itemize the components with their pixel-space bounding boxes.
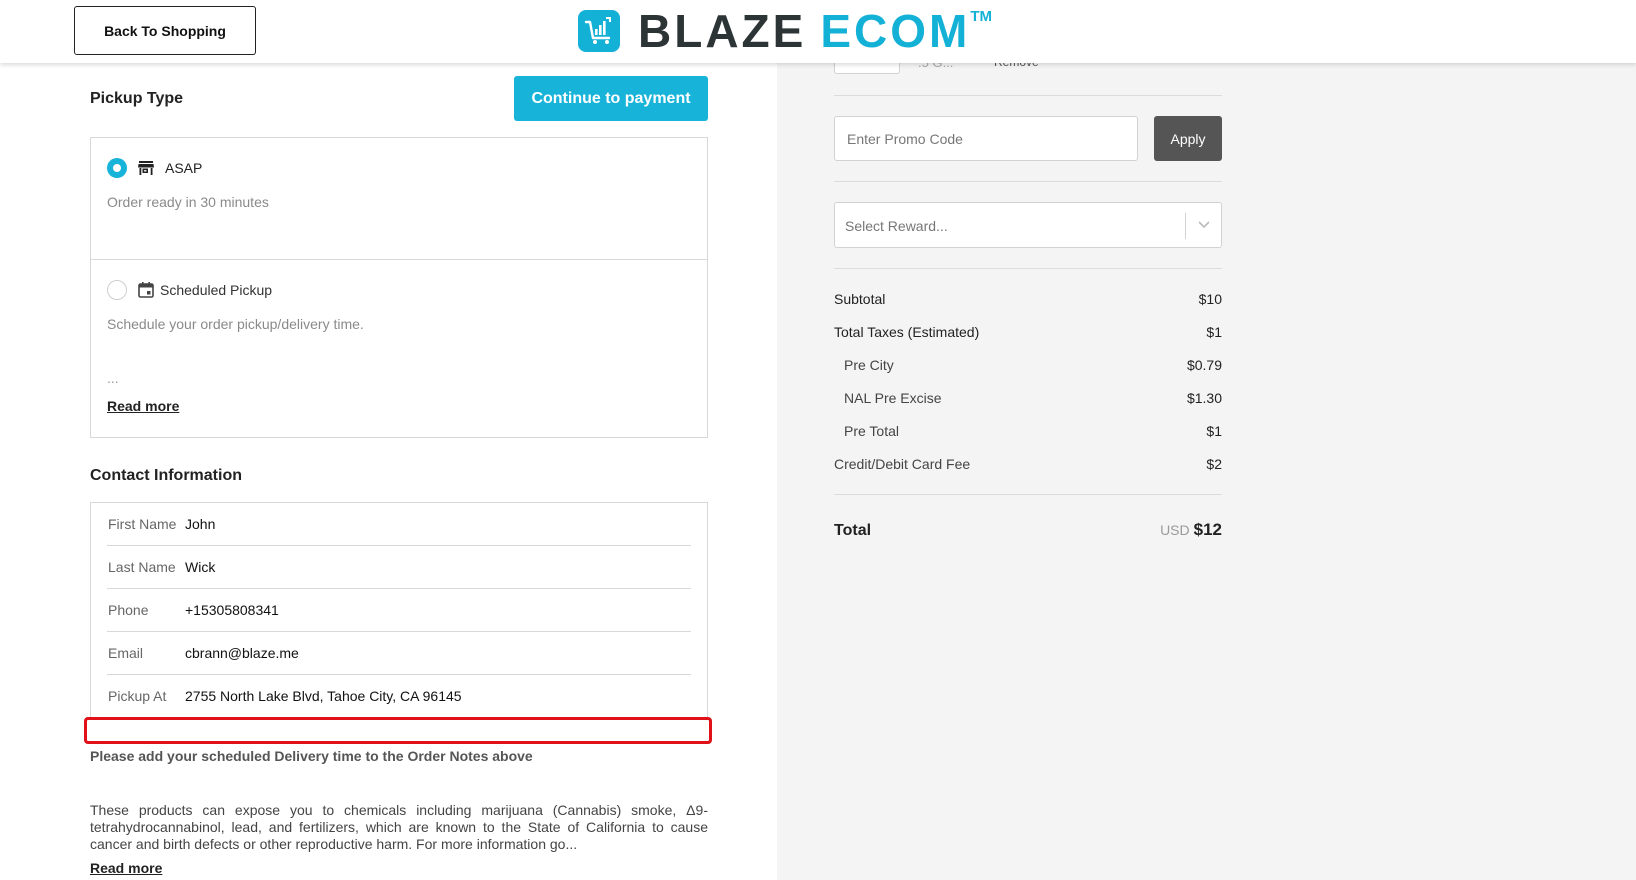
contact-row-pickup-at: Pickup At 2755 North Lake Blvd, Tahoe Ci… (107, 675, 691, 718)
prop65-warning: These products can expose you to chemica… (90, 802, 708, 852)
total-value: USD $12 (1160, 520, 1222, 540)
phone-value: +15305808341 (185, 602, 279, 618)
pickup-at-label: Pickup At (108, 688, 167, 704)
phone-label: Phone (108, 602, 149, 618)
divider (834, 268, 1222, 269)
subtotal-value: $10 (1198, 291, 1222, 307)
trademark-mark: TM (970, 8, 992, 25)
total-label: Total (834, 522, 872, 539)
pickup-at-value: 2755 North Lake Blvd, Tahoe City, CA 961… (185, 688, 462, 704)
email-label: Email (108, 645, 144, 661)
tax-line-value: $1.30 (1186, 390, 1222, 406)
divider (834, 95, 1222, 96)
select-reward-placeholder: Select Reward... (845, 218, 948, 234)
total-amount: $12 (1193, 520, 1222, 539)
asap-radio[interactable] (107, 158, 127, 178)
select-reward-dropdown[interactable]: Select Reward... (834, 202, 1222, 248)
last-name-label: Last Name (108, 559, 176, 575)
description-ellipsis: ... (107, 370, 119, 386)
divider (834, 181, 1222, 182)
first-name-value: John (185, 516, 216, 532)
continue-to-payment-button[interactable]: Continue to payment (514, 76, 708, 121)
pickup-type-title: Pickup Type (90, 90, 184, 107)
promo-code-input[interactable] (835, 117, 1137, 160)
pickup-option-asap[interactable]: ASAP Order ready in 30 minutes (91, 138, 707, 260)
brand-name: BLAZE ECOM (638, 6, 970, 56)
header: Back To Shopping BLAZE ECOM TM (0, 0, 1636, 63)
contact-row-first-name: First Name John (107, 503, 691, 546)
tax-line-label: NAL Pre Excise (844, 390, 942, 406)
email-value: cbrann@blaze.me (185, 645, 299, 661)
divider (834, 494, 1222, 495)
pickup-options: ASAP Order ready in 30 minutes Scheduled… (90, 137, 708, 438)
brand-logo[interactable]: BLAZE ECOM TM (578, 6, 992, 56)
contact-row-email: Email cbrann@blaze.me (107, 632, 691, 675)
checkout-page: Back To Shopping BLAZE ECOM TM Pickup Typ… (0, 0, 1636, 880)
back-to-shopping-button[interactable]: Back To Shopping (74, 6, 256, 55)
tax-line-value: $1 (1206, 423, 1222, 439)
total-taxes-label: Total Taxes (Estimated) (834, 324, 980, 340)
prop65-read-more-link[interactable]: Read more (90, 860, 162, 876)
contact-row-phone: Phone +15305808341 (107, 589, 691, 632)
promo-code-field[interactable] (834, 116, 1138, 161)
contact-information-title: Contact Information (90, 467, 242, 484)
store-icon (138, 161, 154, 175)
contact-row-last-name: Last Name Wick (107, 546, 691, 589)
pickup-option-scheduled[interactable]: Scheduled Pickup Schedule your order pic… (91, 260, 707, 437)
scheduled-pickup-label: Scheduled Pickup (160, 282, 273, 298)
apply-promo-button[interactable]: Apply (1154, 116, 1222, 161)
chevron-down-icon[interactable] (1197, 217, 1211, 231)
brand-word-blaze: BLAZE (638, 5, 807, 57)
card-fee-value: $2 (1206, 456, 1222, 472)
order-notes-field[interactable] (84, 717, 712, 744)
last-name-value: Wick (185, 559, 216, 575)
tax-line-label: Pre City (844, 357, 894, 373)
scheduled-pickup-description: Schedule your order pickup/delivery time… (107, 316, 364, 332)
brand-word-ecom: ECOM (820, 5, 971, 57)
dropdown-separator (1185, 213, 1186, 239)
card-fee-label: Credit/Debit Card Fee (834, 456, 971, 472)
subtotal-label: Subtotal (834, 291, 886, 307)
shopping-cart-logo-icon (578, 10, 620, 52)
delivery-time-notice: Please add your scheduled Delivery time … (90, 748, 533, 764)
contact-information-box: First Name John Last Name Wick Phone +15… (90, 502, 708, 718)
scheduled-read-more-link[interactable]: Read more (107, 398, 179, 414)
asap-label: ASAP (165, 160, 203, 176)
scheduled-pickup-radio[interactable] (107, 280, 127, 300)
first-name-label: First Name (108, 516, 177, 532)
tax-line-label: Pre Total (844, 423, 899, 439)
tax-line-value: $0.79 (1186, 357, 1222, 373)
asap-description: Order ready in 30 minutes (107, 194, 269, 210)
calendar-icon (138, 282, 154, 298)
total-currency: USD (1160, 522, 1190, 538)
total-taxes-value: $1 (1206, 324, 1222, 340)
